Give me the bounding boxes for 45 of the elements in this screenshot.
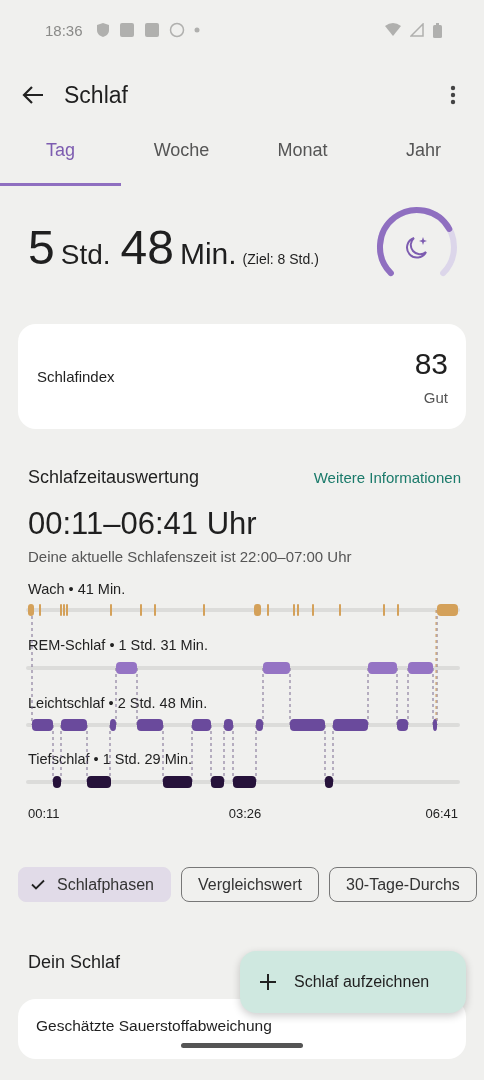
time-label: 06:41 (425, 806, 458, 821)
minutes-unit: Min. (179, 236, 237, 271)
phase-label: Leichtschlaf • 2 Std. 48 Min. (28, 695, 208, 711)
more-info-link[interactable]: Weitere Informationen (313, 469, 461, 486)
tab[interactable]: Monat (242, 130, 363, 186)
wifi-icon (385, 23, 401, 37)
time-label: 03:26 (228, 806, 262, 821)
bedtime-note: Deine aktuelle Schlafenszeit ist 22:00–07:00 Uhr (27, 547, 353, 567)
time-label: 00:11 (28, 806, 60, 821)
phase-label: REM-Schlaf • 1 Std. 31 Min. (28, 637, 208, 653)
score-rating: Gut (423, 389, 448, 406)
phase-label: Tiefschlaf • 1 Std. 29 Min. (28, 751, 193, 767)
circle-icon (168, 22, 185, 38)
record-sleep-button[interactable]: Schlaf aufzeichnen (240, 951, 466, 1013)
filter-chip[interactable]: Vergleichswert (180, 867, 319, 902)
more-icon[interactable] (450, 85, 456, 105)
tab[interactable]: Jahr (363, 130, 484, 186)
shield-icon (95, 22, 110, 38)
back-icon[interactable] (22, 85, 44, 105)
score-label: Schlafindex (37, 368, 115, 385)
goal-text: (Ziel: 8 Std.) (242, 250, 319, 267)
signal-icon (410, 23, 424, 37)
tab[interactable]: Tag (0, 130, 121, 186)
sleep-range: 00:11–06:41 Uhr (27, 505, 258, 542)
dot-icon (193, 27, 200, 33)
phase-label: Wach • 41 Min. (28, 581, 126, 597)
moon-icon (406, 237, 427, 259)
card-title: Geschätzte Sauerstoffabweichung (36, 1017, 272, 1034)
section-title: Schlafzeitauswertung (28, 467, 200, 488)
battery-icon (433, 22, 442, 38)
filter-chip[interactable]: Schlafphasen (18, 867, 171, 902)
filter-chip[interactable]: 30-Tage-Durchs (329, 867, 477, 902)
app-icon (118, 22, 135, 38)
hours-value: 5 (28, 219, 55, 275)
check-icon (31, 879, 45, 890)
section-title: Dein Schlaf (28, 952, 121, 973)
minutes-value: 48 (120, 219, 174, 275)
plus-icon (260, 974, 276, 990)
page-title: Schlaf (64, 81, 128, 109)
score-value: 83 (414, 347, 448, 381)
app-icon (143, 22, 160, 38)
hours-unit: Std. (60, 238, 111, 271)
score-card[interactable]: Schlafindex 83 Gut (18, 324, 466, 429)
tab[interactable]: Woche (121, 130, 242, 186)
status-time: 18:36 (45, 21, 83, 39)
